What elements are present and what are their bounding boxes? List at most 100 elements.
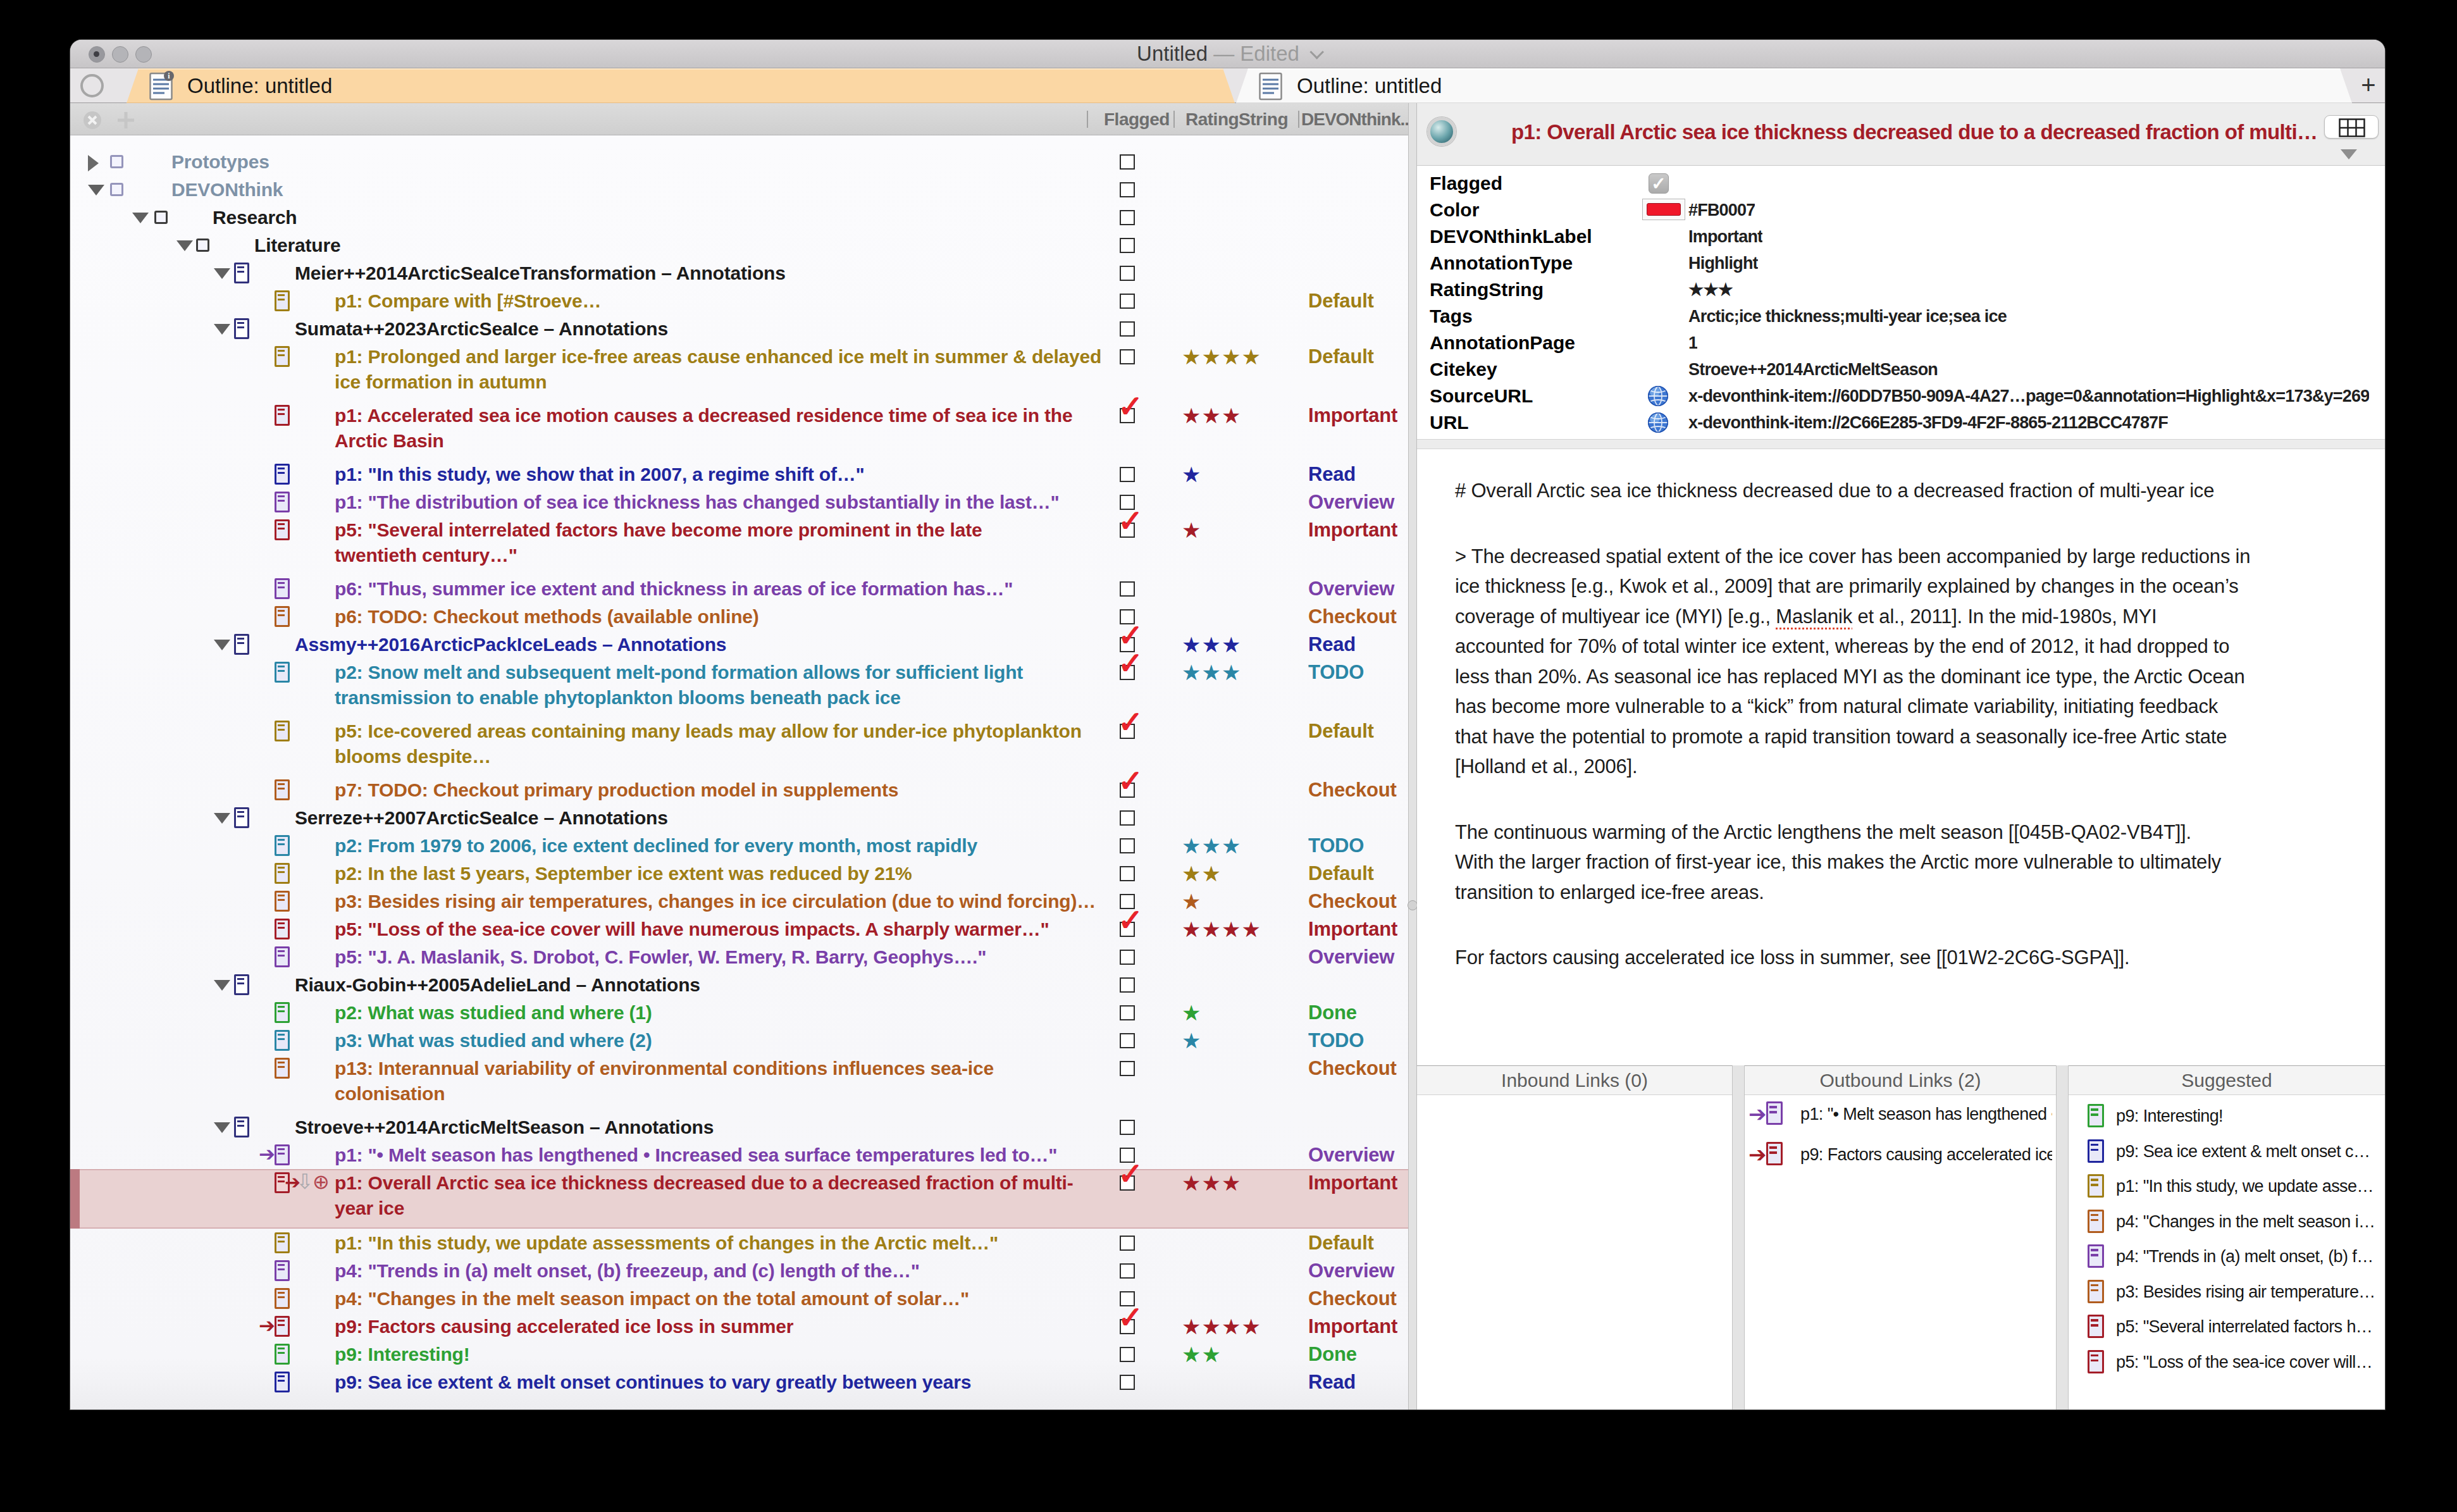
rating-stars[interactable]: ★★★ [1182,660,1241,685]
rating-stars[interactable]: ★★★ [1182,833,1241,858]
outline-row[interactable]: ➔ ⇩ ⊕ Riaux-Gobin++2005AdelieLand – Anno… [70,971,1408,999]
flag-checkbox[interactable] [1120,1263,1135,1279]
flag-checkbox[interactable] [1120,238,1135,253]
outline-row[interactable]: ➔ ➔ ⇩ ⊕ p9: Factors causing accelerated … [70,1313,1408,1341]
color-swatch[interactable] [1642,199,1685,220]
outline-row[interactable]: ➔ ⇩ ⊕ p5: "J. A. Maslanik, S. Drobot, C.… [70,943,1408,971]
flag-checkbox[interactable] [1120,266,1135,281]
chevron-down-icon[interactable] [1309,45,1324,59]
flag-checkbox[interactable] [1120,467,1135,482]
annotation-document[interactable]: # Overall Arctic sea ice thickness decre… [1417,449,2385,1065]
outline-row[interactable]: ➔ ⇩ ⊕ p7: TODO: Checkout primary product… [70,776,1408,804]
outline-row[interactable]: ➔ ⇩ ⊕ p1: Overall Arctic sea ice thickne… [70,1169,1408,1229]
outline-row[interactable]: ➔ ⇩ ⊕ p5: "Several interrelated factors … [70,516,1408,569]
suggested-item[interactable]: p4: "Changes in the melt season i… [2069,1205,2385,1240]
rating-stars[interactable]: ★★★ [1182,403,1241,428]
rating-stars[interactable]: ★★★★ [1182,1314,1261,1339]
outline-row[interactable]: ➔ ⇩ ⊕ p1: "The distribution of sea ice t… [70,488,1408,516]
flag-checkbox[interactable] [1120,581,1135,597]
suggested-item[interactable]: p5: "Loss of the sea-ice cover will… [2069,1345,2385,1380]
rating-stars[interactable]: ★ [1182,889,1201,914]
outline-row[interactable]: ➔ ⇩ ⊕ DEVONthink [70,176,1408,204]
tab-outline-inactive[interactable]: Outline: untitled [1236,68,2352,103]
outline-row[interactable]: ➔ ⇩ ⊕ Sumata++2023ArcticSeaIce – Annotat… [70,315,1408,343]
disclosure-triangle-expanded[interactable] [214,324,230,335]
outline-row[interactable]: ➔ ⇩ ⊕ p2: What was studied and where (1)… [70,999,1408,1027]
flag-checkbox[interactable] [1120,154,1135,170]
disclosure-triangle-expanded[interactable] [214,980,230,991]
suggested-item[interactable]: p3: Besides rising air temperature… [2069,1275,2385,1310]
rating-stars[interactable]: ★★★ [1182,1170,1241,1196]
column-header-devonthink[interactable]: DEVONthink.. [1301,103,1408,135]
outline-row[interactable]: ➔ ⇩ ⊕ p6: "Thus, summer ice extent and t… [70,575,1408,603]
rating-stars[interactable]: ★★★ [1182,632,1241,657]
link-item[interactable]: ➔ p1: "• Melt season has lengthened •… [1745,1095,2056,1136]
pane-splitter[interactable] [1408,103,1417,1410]
flag-checkbox[interactable] [1120,294,1135,309]
flag-checkbox[interactable] [1120,1120,1135,1135]
remove-column-icon[interactable] [82,110,102,130]
outline-row[interactable]: ➔ ⇩ ⊕ p9: Sea ice extent & melt onset co… [70,1368,1408,1396]
outline-row[interactable]: ➔ ⇩ ⊕ Literature [70,232,1408,259]
tab-outline-active[interactable]: i Outline: untitled [127,68,1235,103]
outline-row[interactable]: ➔ ⇩ ⊕ p5: "Loss of the sea-ice cover wil… [70,915,1408,943]
outline-row[interactable]: ➔ ⇩ ⊕ p6: TODO: Checkout methods (availa… [70,603,1408,631]
outline-row[interactable]: ➔ ⇩ ⊕ p2: Snow melt and subsequent melt-… [70,659,1408,712]
link-item[interactable]: ➔ p9: Factors causing accelerated ice… [1745,1136,2056,1176]
down-arrow-icon[interactable]: ⇩ [296,1169,313,1194]
flag-checkbox[interactable] [1120,321,1135,337]
flag-checkbox[interactable] [1120,182,1135,197]
suggested-item[interactable]: p9: Interesting! [2069,1099,2385,1134]
flag-checkbox[interactable] [1120,1375,1135,1390]
rating-stars[interactable]: ★ [1182,1028,1201,1053]
rating-stars[interactable]: ★★★★ [1182,344,1261,369]
outline-row[interactable]: ➔ ⇩ ⊕ p1: "In this study, we show that i… [70,461,1408,488]
flag-checkbox[interactable] [1120,977,1135,993]
outline-row[interactable]: ➔ ⇩ ⊕ p5: Ice-covered areas containing m… [70,717,1408,771]
column-header-ratingstring[interactable]: RatingString [1185,103,1288,135]
disclosure-triangle-expanded[interactable] [132,213,149,223]
outline-row[interactable]: ➔ ⇩ ⊕ p3: What was studied and where (2)… [70,1027,1408,1055]
disclosure-triangle-expanded[interactable] [88,185,104,195]
flag-checkbox[interactable] [1120,1005,1135,1020]
disclosure-triangle-expanded[interactable] [214,813,230,824]
disclosure-triangle-expanded[interactable] [176,240,193,251]
outline-row[interactable]: ➔ ⇩ ⊕ p4: "Trends in (a) melt onset, (b)… [70,1257,1408,1285]
flagged-checkbox[interactable]: ✓ [1649,173,1669,194]
outline-row[interactable]: ➔ ➔ ⇩ ⊕ p1: "• Melt season has lengthene… [70,1141,1408,1169]
suggested-item[interactable]: p4: "Trends in (a) melt onset, (b) f… [2069,1239,2385,1275]
outline-row[interactable]: ➔ ⇩ ⊕ p4: "Changes in the melt season im… [70,1285,1408,1313]
outline-row[interactable]: ➔ ⇩ ⊕ Meier++2014ArcticSeaIceTransformat… [70,259,1408,287]
outline-row[interactable]: ➔ ⇩ ⊕ p3: Besides rising air temperature… [70,888,1408,915]
rating-stars[interactable]: ★ [1182,1000,1201,1026]
rating-stars[interactable]: ★★★★ [1182,917,1261,942]
add-circle-icon[interactable]: ⊕ [313,1169,330,1194]
flag-checkbox[interactable] [1120,1236,1135,1251]
new-tab-button[interactable]: + [2353,68,2384,103]
disclosure-triangle-collapsed[interactable] [88,155,99,171]
disclosure-triangle-expanded[interactable] [214,640,230,650]
flag-checkbox[interactable] [1120,349,1135,364]
column-header-flagged[interactable]: Flagged [1104,103,1170,135]
table-view-button[interactable] [2324,115,2379,139]
disclosure-triangle-expanded[interactable] [214,268,230,279]
flag-checkbox[interactable] [1120,1033,1135,1048]
flag-checkbox[interactable] [1120,1347,1135,1362]
suggested-item[interactable]: p5: "Several interrelated factors h… [2069,1310,2385,1345]
flag-checkbox[interactable] [1120,210,1135,225]
rating-stars[interactable]: ★ [1182,517,1201,543]
collapse-header-triangle[interactable] [2341,149,2357,159]
outline-row[interactable]: ➔ ⇩ ⊕ p2: From 1979 to 2006, ice extent … [70,832,1408,860]
flag-checkbox[interactable] [1120,1061,1135,1076]
suggested-item[interactable]: p9: Sea ice extent & melt onset c… [2069,1134,2385,1170]
suggested-item[interactable]: p1: "In this study, we update asse… [2069,1169,2385,1205]
outline-row[interactable]: ➔ ⇩ ⊕ p2: In the last 5 years, September… [70,860,1408,888]
globe-icon[interactable] [1647,385,1669,407]
flag-checkbox[interactable] [1120,866,1135,881]
outline-row[interactable]: ➔ ⇩ ⊕ p1: Prolonged and larger ice-free … [70,343,1408,396]
outline-row[interactable]: ➔ ⇩ ⊕ p1: Accelerated sea ice motion cau… [70,402,1408,455]
outline-row[interactable]: ➔ ⇩ ⊕ p1: "In this study, we update asse… [70,1229,1408,1257]
outline-row[interactable]: ➔ ⇩ ⊕ p9: Interesting! ★★ Done [70,1341,1408,1368]
rating-stars[interactable]: ★★ [1182,1342,1222,1367]
sidebar-toggle-button[interactable] [80,74,104,97]
